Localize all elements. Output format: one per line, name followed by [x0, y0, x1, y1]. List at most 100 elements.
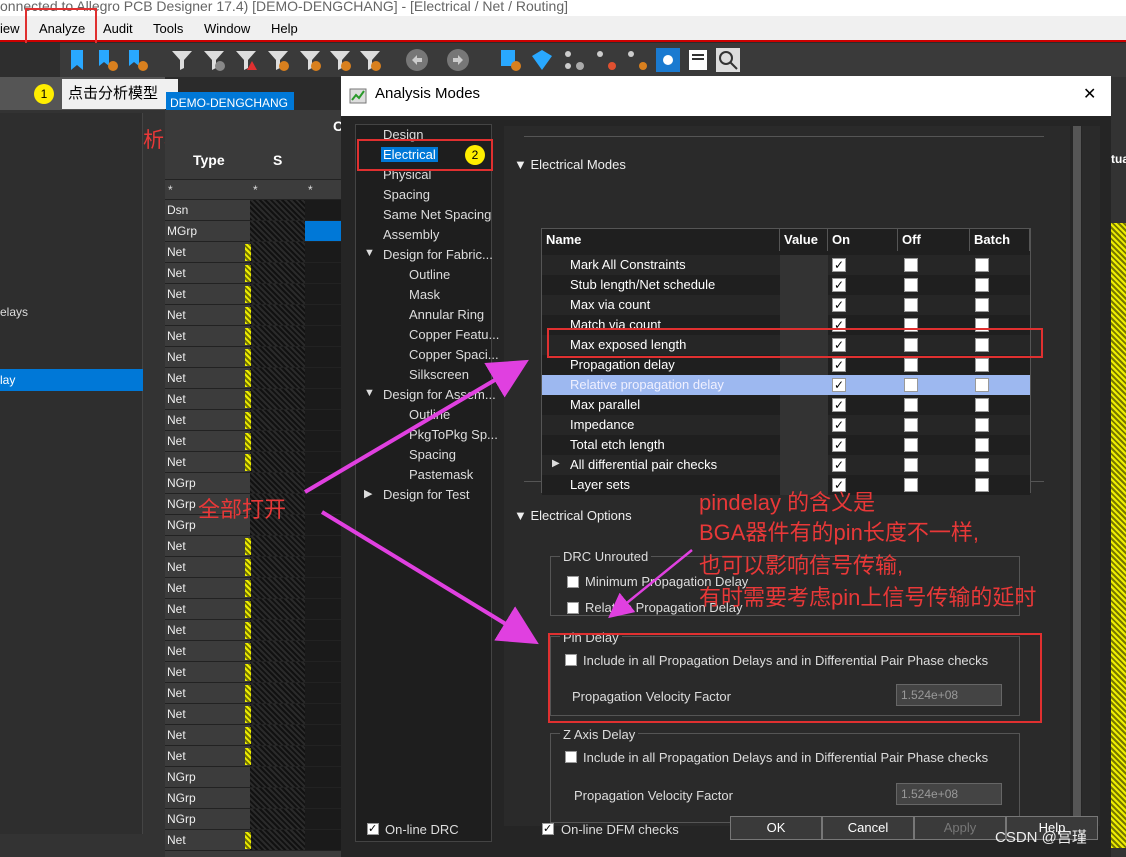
grid-row[interactable]: NGrp [165, 809, 345, 830]
grid-row[interactable]: Net [165, 368, 345, 389]
grid-row[interactable]: Net [165, 557, 345, 578]
cancel-button[interactable]: Cancel [822, 816, 914, 840]
grid-row[interactable]: Net [165, 431, 345, 452]
grid-cell[interactable] [305, 410, 345, 430]
mode-row[interactable]: Max via count ✓ [542, 295, 1030, 315]
grid-row[interactable]: Net [165, 830, 345, 851]
grid-row[interactable]: Net [165, 683, 345, 704]
collapse-icon[interactable]: ▼ [364, 387, 375, 399]
grid-cell[interactable] [305, 221, 345, 241]
apply-button[interactable]: Apply [914, 816, 1006, 840]
grid-cell[interactable] [305, 326, 345, 346]
off-checkbox[interactable] [904, 478, 918, 492]
grid-row[interactable]: Net [165, 620, 345, 641]
batch-checkbox[interactable] [975, 418, 989, 432]
tag-icon[interactable] [530, 48, 554, 72]
grid-cell[interactable] [250, 767, 305, 787]
tree-item[interactable]: ▼ Design for Assem... [364, 387, 496, 402]
grid-row[interactable]: Net [165, 326, 345, 347]
off-checkbox[interactable] [904, 378, 918, 392]
grid-cell[interactable] [305, 452, 345, 472]
grid-cell[interactable] [250, 431, 305, 451]
grid-row[interactable]: Net [165, 305, 345, 326]
filter-sun-icon[interactable] [298, 48, 322, 72]
filter-pause-icon[interactable] [358, 48, 382, 72]
value-cell[interactable] [780, 295, 828, 315]
expand-icon[interactable]: ▶ [552, 458, 560, 469]
grid-row[interactable]: Net [165, 452, 345, 473]
expand-icon[interactable]: ▶ [364, 487, 372, 500]
tree-item[interactable]: ▼ Design for Fabric... [364, 247, 493, 262]
tree-item[interactable]: Copper Featu... [409, 327, 499, 342]
grid-cell[interactable] [250, 704, 305, 724]
grid-cell[interactable] [305, 557, 345, 577]
close-icon[interactable]: ✕ [1083, 84, 1096, 104]
grid-cell[interactable] [250, 221, 305, 241]
grid-row[interactable]: Dsn [165, 200, 345, 221]
grid-row[interactable]: Net [165, 725, 345, 746]
grid-cell[interactable] [250, 347, 305, 367]
grid-cell[interactable] [305, 746, 345, 766]
col-header-value[interactable]: Value [780, 229, 828, 251]
menu-view[interactable]: iew [0, 21, 20, 36]
grid-row[interactable]: Net [165, 389, 345, 410]
grid-cell[interactable] [305, 284, 345, 304]
col-header-batch[interactable]: Batch [970, 229, 1030, 251]
network-warn-icon[interactable] [594, 48, 618, 72]
off-checkbox[interactable] [904, 278, 918, 292]
zoom-icon[interactable] [716, 48, 740, 72]
grid-cell[interactable] [305, 620, 345, 640]
electrical-modes-header[interactable]: ▼ Electrical Modes [514, 157, 626, 172]
tree-item[interactable]: Assembly [383, 227, 439, 242]
grid-row[interactable]: MGrp [165, 221, 345, 242]
on-checkbox[interactable]: ✓ [832, 398, 846, 412]
grid-cell[interactable] [250, 200, 305, 220]
batch-checkbox[interactable] [975, 438, 989, 452]
grid-cell[interactable] [250, 809, 305, 829]
grid-row[interactable]: NGrp [165, 473, 345, 494]
on-checkbox[interactable]: ✓ [832, 358, 846, 372]
grid-row[interactable]: Net [165, 662, 345, 683]
report-icon[interactable] [686, 48, 710, 72]
grid-cell[interactable] [250, 326, 305, 346]
grid-row[interactable]: Net [165, 704, 345, 725]
on-checkbox[interactable]: ✓ [832, 298, 846, 312]
off-checkbox[interactable] [904, 298, 918, 312]
grid-cell[interactable] [305, 536, 345, 556]
tree-item[interactable]: Silkscreen [409, 367, 469, 382]
filter-list-icon[interactable] [328, 48, 352, 72]
grid-row[interactable]: Net [165, 578, 345, 599]
settings-sun-icon[interactable] [656, 48, 680, 72]
grid-cell[interactable] [250, 578, 305, 598]
batch-checkbox[interactable] [975, 298, 989, 312]
mode-row[interactable]: Total etch length ✓ [542, 435, 1030, 455]
off-checkbox[interactable] [904, 258, 918, 272]
mode-row[interactable]: Max parallel ✓ [542, 395, 1030, 415]
grid-cell[interactable] [305, 683, 345, 703]
bookmark-prev-icon[interactable] [126, 48, 150, 72]
filter-arrow-icon[interactable] [266, 48, 290, 72]
worksheet-icon[interactable] [499, 48, 523, 72]
mode-row[interactable]: Mark All Constraints ✓ [542, 255, 1030, 275]
grid-row[interactable]: Net [165, 599, 345, 620]
grid-row[interactable]: Net [165, 347, 345, 368]
grid-cell[interactable] [250, 599, 305, 619]
collapse-icon[interactable]: ▼ [364, 247, 375, 259]
grid-cell[interactable] [305, 767, 345, 787]
grid-cell[interactable] [250, 536, 305, 556]
z-axis-checkbox[interactable] [565, 751, 577, 763]
batch-checkbox[interactable] [975, 458, 989, 472]
network-orange-icon[interactable] [625, 48, 649, 72]
grid-cell[interactable] [305, 494, 345, 514]
grid-cell[interactable] [250, 473, 305, 493]
bookmark-next-icon[interactable] [96, 48, 120, 72]
grid-cell[interactable] [250, 788, 305, 808]
value-cell[interactable] [780, 255, 828, 275]
grid-cell[interactable] [305, 473, 345, 493]
batch-checkbox[interactable] [975, 378, 989, 392]
tree-item[interactable]: Pastemask [409, 467, 473, 482]
grid-cell[interactable] [250, 389, 305, 409]
col-header-on[interactable]: On [828, 229, 898, 251]
grid-cell[interactable] [305, 830, 345, 850]
tree-item[interactable]: PkgToPkg Sp... [409, 427, 498, 442]
